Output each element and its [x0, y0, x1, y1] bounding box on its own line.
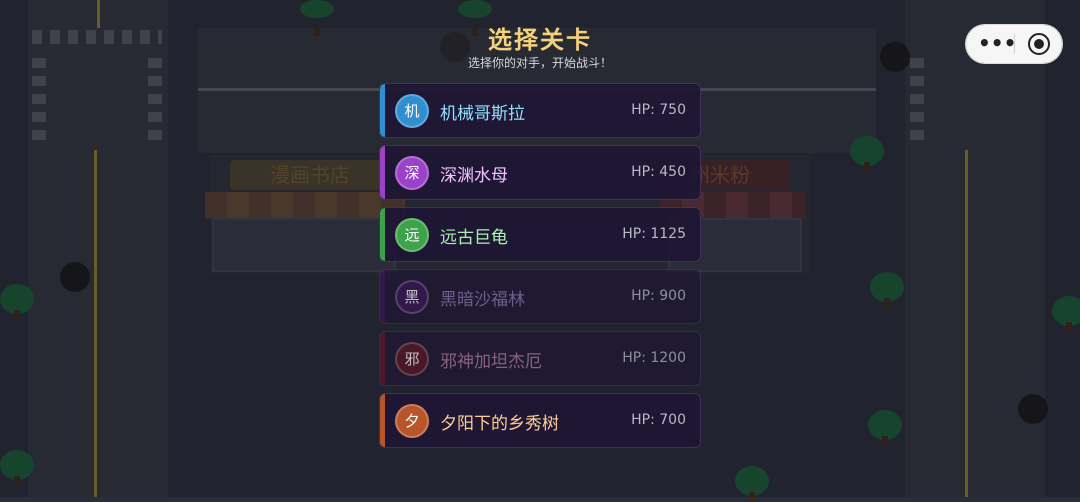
level-avatar: 远	[395, 218, 429, 252]
target-close-icon[interactable]	[1028, 33, 1050, 55]
level-avatar: 黑	[395, 280, 429, 314]
level-hp: HP: 1125	[622, 226, 686, 242]
capsule-divider	[1014, 34, 1015, 54]
level-name: 邪神加坦杰厄	[440, 352, 542, 372]
level-accent-bar	[380, 332, 385, 385]
level-hp: HP: 700	[631, 412, 686, 428]
more-dots-icon[interactable]: •••	[978, 33, 1016, 54]
miniprogram-capsule: •••	[966, 25, 1062, 63]
level-hp: HP: 450	[631, 164, 686, 180]
level-avatar: 邪	[395, 342, 429, 376]
page-subtitle: 选择你的对手，开始战斗！	[467, 56, 612, 70]
level-name: 黑暗沙福林	[440, 290, 525, 310]
level-name: 夕阳下的乡秀树	[440, 414, 559, 434]
level-name: 深渊水母	[440, 166, 508, 186]
level-item[interactable]: 黑 黑暗沙福林 HP: 900	[379, 269, 701, 324]
level-item[interactable]: 邪 邪神加坦杰厄 HP: 1200	[379, 331, 701, 386]
level-hp: HP: 1200	[622, 350, 686, 366]
level-accent-bar	[380, 84, 385, 137]
level-item[interactable]: 深 深渊水母 HP: 450	[379, 145, 701, 200]
level-accent-bar	[380, 146, 385, 199]
level-avatar: 机	[395, 94, 429, 128]
level-avatar: 深	[395, 156, 429, 190]
level-hp: HP: 750	[631, 102, 686, 118]
level-name: 远古巨龟	[440, 228, 508, 248]
level-item[interactable]: 远 远古巨龟 HP: 1125	[379, 207, 701, 262]
level-list: 机 机械哥斯拉 HP: 750 深 深渊水母 HP: 450 远 远古巨龟 HP…	[379, 83, 701, 455]
level-hp: HP: 900	[631, 288, 686, 304]
level-item[interactable]: 机 机械哥斯拉 HP: 750	[379, 83, 701, 138]
level-accent-bar	[380, 270, 385, 323]
level-name: 机械哥斯拉	[440, 104, 525, 124]
level-item[interactable]: 夕 夕阳下的乡秀树 HP: 700	[379, 393, 701, 448]
level-avatar: 夕	[395, 404, 429, 438]
level-accent-bar	[380, 394, 385, 447]
page-title: 选择关卡	[488, 26, 592, 54]
level-accent-bar	[380, 208, 385, 261]
